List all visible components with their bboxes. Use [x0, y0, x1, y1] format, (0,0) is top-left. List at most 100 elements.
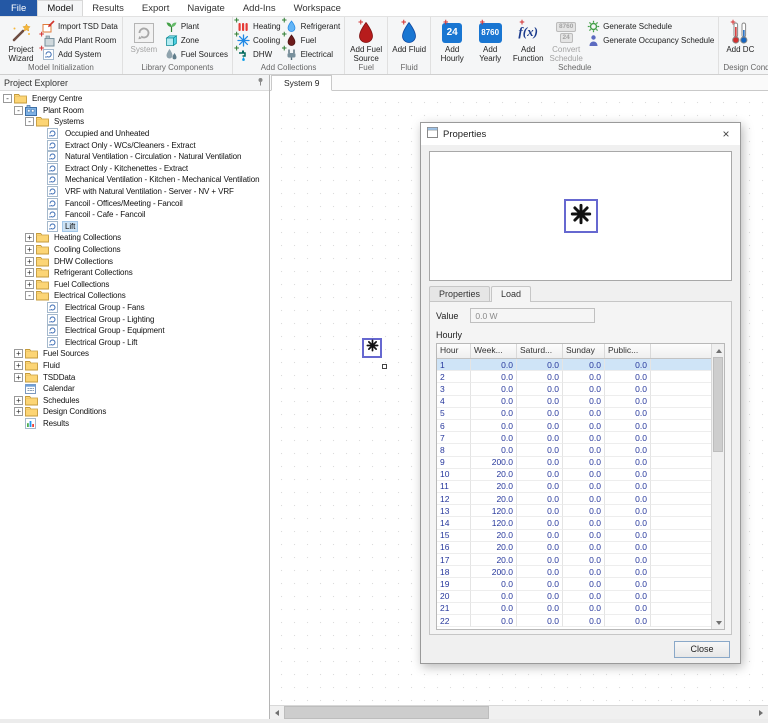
tree-item-tsddata[interactable]: + TSDData [0, 371, 269, 383]
value-cell[interactable]: 0.0 [471, 432, 517, 445]
value-cell[interactable]: 0.0 [563, 432, 605, 445]
value-cell[interactable]: 0.0 [517, 432, 563, 445]
value-cell[interactable]: 0.0 [517, 590, 563, 603]
value-cell[interactable]: 200.0 [471, 566, 517, 579]
value-cell[interactable]: 0.0 [517, 529, 563, 542]
value-cell[interactable]: 0.0 [563, 505, 605, 518]
value-cell[interactable]: 0.0 [517, 517, 563, 530]
ribbon-tab-model[interactable]: Model [37, 0, 84, 16]
value-cell[interactable]: 0.0 [563, 456, 605, 469]
value-cell[interactable]: 120.0 [471, 517, 517, 530]
value-cell[interactable]: 0.0 [605, 529, 651, 542]
hour-cell[interactable]: 5 [437, 407, 471, 420]
tree-item-electrical-group-lighting[interactable]: Electrical Group - Lighting [0, 313, 269, 325]
tree-item-extract-only-kitchenettes-extract[interactable]: Extract Only - Kitchenettes - Extract [0, 162, 269, 175]
scroll-left-icon[interactable] [270, 706, 284, 719]
tree-item-energy-centre[interactable]: - Energy Centre [0, 93, 269, 105]
value-cell[interactable]: 0.0 [605, 602, 651, 615]
value-cell[interactable]: 200.0 [471, 456, 517, 469]
hour-cell[interactable]: 7 [437, 432, 471, 445]
hourly-row-13[interactable]: 13 120.0 0.0 0.0 0.0 [437, 505, 711, 518]
tree-item-schedules[interactable]: + Schedules [0, 394, 269, 406]
hour-cell[interactable]: 3 [437, 383, 471, 396]
add-fluid-button[interactable]: + Add Fluid [390, 18, 428, 55]
tree-item-calendar[interactable]: Calendar [0, 383, 269, 395]
hourly-row-5[interactable]: 5 0.0 0.0 0.0 0.0 [437, 407, 711, 420]
expand-icon[interactable]: + [14, 360, 23, 370]
add-heating-collection-button[interactable]: + Heating [234, 17, 283, 33]
hour-cell[interactable]: 22 [437, 614, 471, 628]
tree-item-fancoil-cafe-fancoil[interactable]: Fancoil - Cafe - Fancoil [0, 209, 269, 221]
ribbon-tab-navigate[interactable]: Navigate [178, 0, 234, 16]
tree-item-lift[interactable]: Lift [0, 220, 269, 233]
ribbon-tab-file[interactable]: File [0, 0, 38, 16]
value-cell[interactable]: 20.0 [471, 480, 517, 494]
value-cell[interactable]: 0.0 [517, 541, 563, 554]
tree-item-extract-only-wcs-cleaners-extract[interactable]: Extract Only - WCs/Cleaners - Extract [0, 139, 269, 151]
selection-handle[interactable] [382, 364, 387, 369]
expand-icon[interactable]: + [14, 372, 23, 382]
column-header-hour[interactable]: Hour [437, 344, 471, 358]
value-cell[interactable]: 0.0 [563, 529, 605, 542]
value-cell[interactable]: 20.0 [471, 529, 517, 542]
expand-icon[interactable]: + [25, 256, 34, 266]
hour-cell[interactable]: 18 [437, 566, 471, 579]
generate-schedule-button[interactable]: Generate Schedule [585, 19, 716, 33]
hourly-row-12[interactable]: 12 20.0 0.0 0.0 0.0 [437, 493, 711, 506]
value-cell[interactable]: 0.0 [605, 444, 651, 457]
value-cell[interactable]: 0.0 [563, 517, 605, 530]
hourly-row-8[interactable]: 8 0.0 0.0 0.0 0.0 [437, 444, 711, 457]
canvas-load-component[interactable] [362, 338, 382, 358]
hourly-row-6[interactable]: 6 0.0 0.0 0.0 0.0 [437, 419, 711, 433]
value-cell[interactable]: 0.0 [471, 359, 517, 372]
tree-item-heating-collections[interactable]: + Heating Collections [0, 232, 269, 244]
tree-item-mechanical-ventilation-kitchen-mechanical-ventilation[interactable]: Mechanical Ventilation - Kitchen - Mecha… [0, 174, 269, 186]
tree-item-fuel-sources[interactable]: + Fuel Sources [0, 348, 269, 360]
dialog-titlebar[interactable]: Properties × [421, 123, 740, 145]
value-cell[interactable]: 0.0 [471, 407, 517, 420]
tree-item-electrical-group-lift[interactable]: Electrical Group - Lift [0, 336, 269, 348]
add-function-button[interactable]: f(x) + Add Function [509, 18, 547, 64]
value-cell[interactable]: 0.0 [517, 578, 563, 591]
value-cell[interactable]: 0.0 [471, 578, 517, 591]
generate-occupancy-schedule-button[interactable]: Generate Occupancy Schedule [585, 33, 716, 47]
value-cell[interactable]: 0.0 [563, 395, 605, 408]
value-cell[interactable]: 0.0 [517, 602, 563, 615]
add-fuel-collection-button[interactable]: + Fuel [282, 29, 343, 47]
import-tsd-data-button[interactable]: Import TSD Data [40, 19, 120, 33]
hour-cell[interactable]: 13 [437, 505, 471, 518]
hour-cell[interactable]: 15 [437, 529, 471, 542]
add-dc-button[interactable]: + Add DC [721, 18, 759, 55]
hourly-row-4[interactable]: 4 0.0 0.0 0.0 0.0 [437, 395, 711, 408]
tab-system-9[interactable]: System 9 [271, 75, 333, 91]
add-hourly-button[interactable]: 24 + Add Hourly [433, 18, 471, 64]
zone-library-button[interactable]: Zone [163, 33, 230, 47]
table-vertical-scrollbar[interactable] [711, 344, 724, 629]
column-header-week[interactable]: Week... [471, 344, 517, 358]
hour-cell[interactable]: 10 [437, 468, 471, 481]
pin-icon[interactable] [256, 77, 265, 88]
value-cell[interactable]: 0.0 [605, 468, 651, 481]
ribbon-tab-results[interactable]: Results [83, 0, 133, 16]
collapse-icon[interactable]: - [25, 117, 34, 127]
expand-icon[interactable]: + [25, 233, 34, 243]
value-cell[interactable]: 0.0 [517, 395, 563, 408]
canvas-horizontal-scrollbar[interactable] [270, 705, 768, 719]
hourly-row-2[interactable]: 2 0.0 0.0 0.0 0.0 [437, 371, 711, 384]
value-input[interactable]: 0.0 W [470, 308, 596, 323]
value-cell[interactable]: 0.0 [471, 614, 517, 628]
column-header-sunday[interactable]: Sunday [563, 344, 605, 358]
value-cell[interactable]: 0.0 [563, 566, 605, 579]
value-cell[interactable]: 0.0 [563, 614, 605, 628]
tree-item-fancoil-offices-meeting-fancoil[interactable]: Fancoil - Offices/Meeting - Fancoil [0, 197, 269, 209]
expand-icon[interactable]: + [25, 245, 34, 255]
value-cell[interactable]: 0.0 [517, 359, 563, 372]
value-cell[interactable]: 0.0 [605, 541, 651, 554]
column-header-saturd[interactable]: Saturd... [517, 344, 563, 358]
value-cell[interactable]: 0.0 [471, 444, 517, 457]
value-cell[interactable]: 0.0 [517, 614, 563, 628]
value-cell[interactable]: 0.0 [517, 371, 563, 384]
value-cell[interactable]: 0.0 [605, 395, 651, 408]
tree-item-fuel-collections[interactable]: + Fuel Collections [0, 279, 269, 291]
hourly-row-15[interactable]: 15 20.0 0.0 0.0 0.0 [437, 529, 711, 542]
